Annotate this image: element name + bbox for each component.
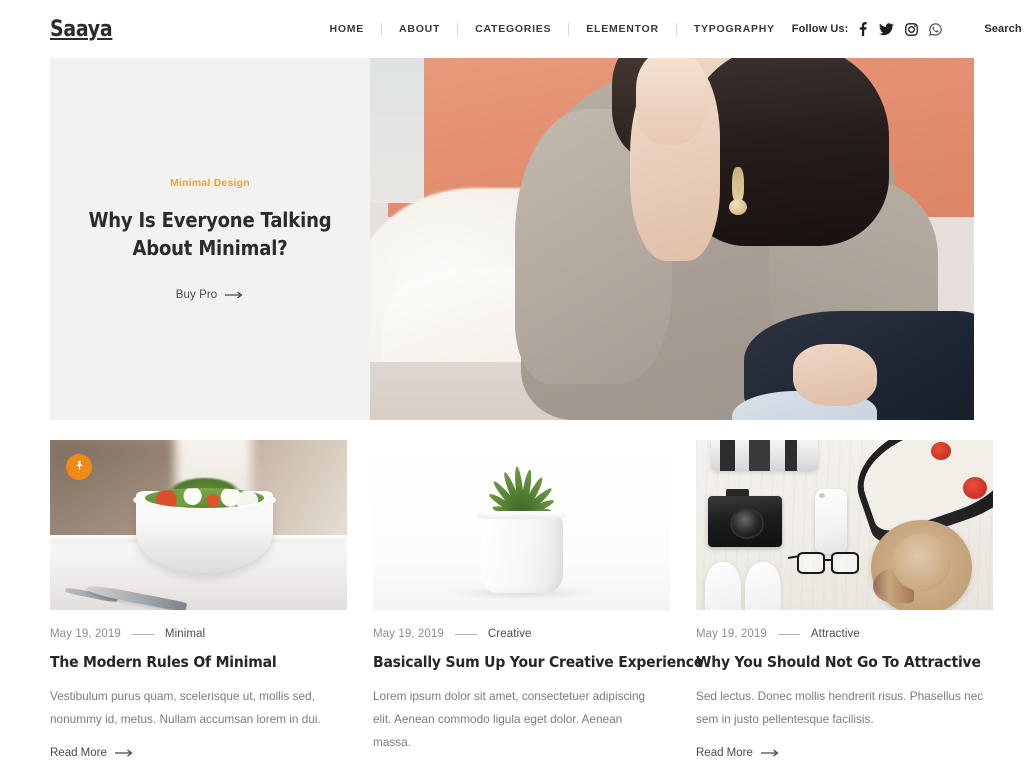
meta-dash-icon [454,633,477,635]
arrow-right-icon [114,749,134,757]
whatsapp-icon[interactable] [929,22,943,36]
nav-item-home[interactable]: HOME [313,23,382,35]
search-button[interactable]: Search [984,20,1024,39]
post-meta: May 19, 2019 Creative [373,628,670,640]
post-meta: May 19, 2019 Attractive [696,628,993,640]
post-thumbnail[interactable] [373,440,670,610]
travel-flatlay-image-art [696,440,993,610]
hero-title[interactable]: Why Is Everyone Talking About Minimal? [86,206,334,263]
post-date: May 19, 2019 [373,628,444,640]
nav-item-typography[interactable]: TYPOGRAPHY [677,23,792,35]
post-excerpt: Vestibulum purus quam, scelerisque ut, m… [50,689,321,727]
read-more-link[interactable]: Read More [696,747,993,759]
site-logo[interactable]: Saaya [50,17,113,42]
site-header: Saaya HOME ABOUT CATEGORIES ELEMENTOR TY… [0,0,1024,58]
post-card: May 19, 2019 Attractive Why You Should N… [696,440,993,768]
follow-us-label: Follow Us: [791,23,849,35]
read-more-link[interactable]: Read More [50,747,347,759]
post-title[interactable]: The Modern Rules Of Minimal [50,653,317,672]
nav-item-categories[interactable]: CATEGORIES [458,23,568,35]
sticky-post-badge[interactable] [66,454,92,480]
header-right-group: Follow Us: Search [792,20,1024,39]
meta-dash-icon [777,633,800,635]
salad-bowl-image-art [50,440,347,610]
hero-cta-label: Buy Pro [175,289,218,302]
post-date: May 19, 2019 [696,628,767,640]
arrow-right-icon [760,749,780,757]
post-meta: May 19, 2019 Minimal [50,628,347,640]
pin-icon [74,458,85,476]
post-thumbnail[interactable] [696,440,993,610]
hero-cta-buy-pro[interactable]: Buy Pro [176,289,245,301]
post-card-grid: May 19, 2019 Minimal The Modern Rules Of… [50,440,993,768]
hero-image-art [370,58,974,420]
post-title[interactable]: Why You Should Not Go To Attractive [696,653,981,672]
post-category[interactable]: Minimal [165,628,205,640]
post-thumbnail[interactable] [50,440,347,610]
facebook-icon[interactable] [857,22,868,36]
post-card: May 19, 2019 Creative Basically Sum Up Y… [373,440,703,768]
hero-section: Minimal Design Why Is Everyone Talking A… [50,58,974,420]
post-category[interactable]: Creative [488,628,532,640]
hero-category[interactable]: Minimal Design [170,177,250,189]
succulent-plant-image-art [373,440,670,610]
nav-item-elementor[interactable]: ELEMENTOR [569,23,675,35]
post-excerpt: Sed lectus. Donec mollis hendrerit risus… [696,689,984,727]
post-card: May 19, 2019 Minimal The Modern Rules Of… [50,440,347,768]
nav-item-about[interactable]: ABOUT [382,23,457,35]
page-root: Saaya HOME ABOUT CATEGORIES ELEMENTOR TY… [0,0,1024,768]
main-navigation: HOME ABOUT CATEGORIES ELEMENTOR TYPOGRAP… [313,22,792,36]
hero-text-panel: Minimal Design Why Is Everyone Talking A… [50,58,370,420]
post-excerpt: Lorem ipsum dolor sit amet, consectetuer… [373,689,646,750]
search-label: Search [984,23,1022,35]
post-title[interactable]: Basically Sum Up Your Creative Experienc… [373,653,703,672]
arrow-right-icon [225,291,244,299]
read-more-label: Read More [50,747,107,760]
hero-image[interactable] [370,58,974,420]
twitter-icon[interactable] [879,22,895,36]
read-more-label: Read More [696,747,753,760]
meta-dash-icon [131,633,154,635]
social-links [857,22,943,36]
instagram-icon[interactable] [905,22,919,36]
post-category[interactable]: Attractive [811,628,860,640]
post-date: May 19, 2019 [50,628,121,640]
